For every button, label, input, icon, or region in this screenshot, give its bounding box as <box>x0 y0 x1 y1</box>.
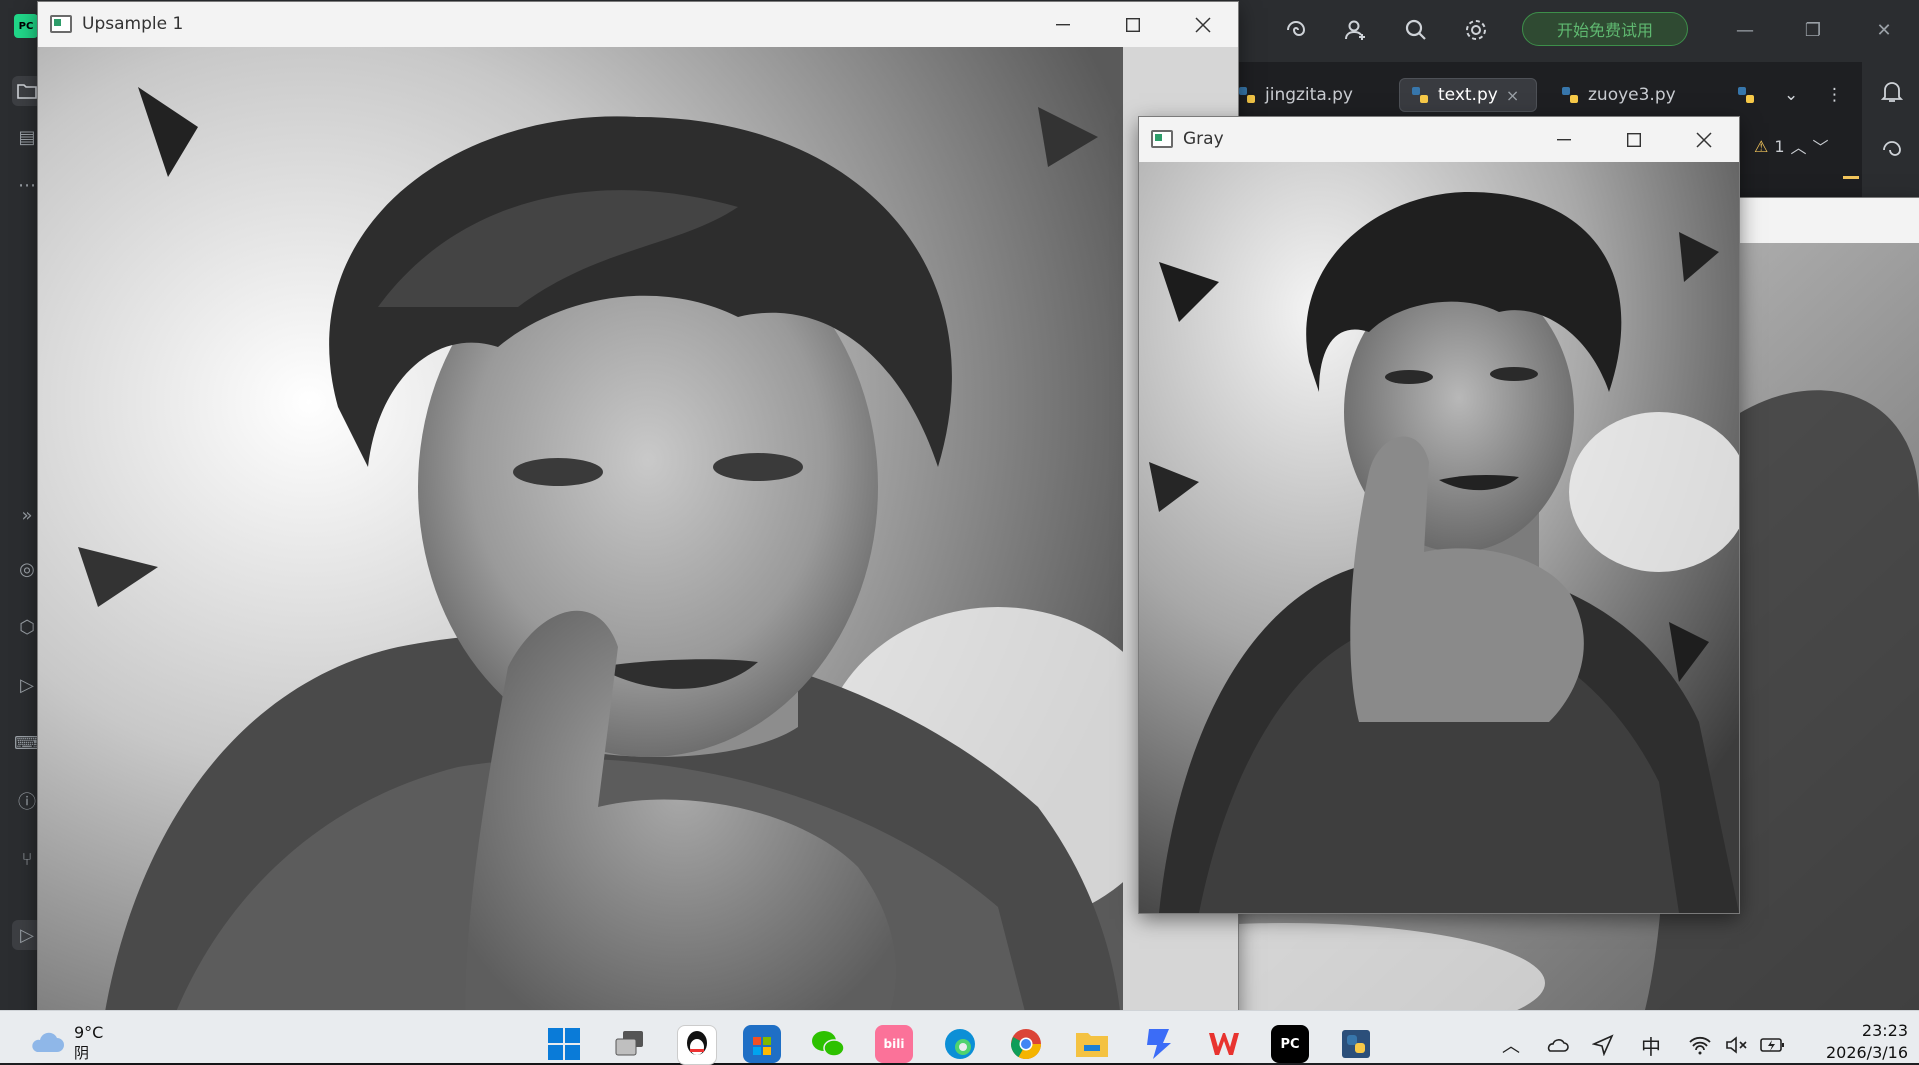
search-icon[interactable] <box>1400 14 1432 46</box>
input-method-indicator[interactable]: 中 <box>1636 1030 1666 1060</box>
microsoft-store-icon[interactable] <box>743 1025 781 1063</box>
upsampled-photo <box>38 47 1123 1062</box>
python-file-icon <box>1239 87 1255 103</box>
ide-minimize-button[interactable]: — <box>1725 12 1765 48</box>
ai-chat-icon[interactable] <box>1876 134 1908 166</box>
file-explorer-icon[interactable] <box>1073 1025 1111 1063</box>
windows-start-icon[interactable] <box>545 1025 583 1063</box>
pycharm-logo: PC <box>14 14 38 38</box>
warning-icon: ⚠ <box>1754 136 1769 156</box>
tab-label: text.py <box>1438 85 1498 105</box>
scroll-marker <box>1843 176 1859 179</box>
edge-browser-icon[interactable] <box>941 1025 979 1063</box>
task-view-icon[interactable] <box>611 1025 649 1063</box>
python-console-tab-icon[interactable] <box>1736 78 1756 112</box>
tab-label: zuoye3.py <box>1588 85 1676 105</box>
bilibili-label: bili <box>883 1037 905 1051</box>
maximize-button[interactable] <box>1098 2 1168 47</box>
location-send-icon[interactable] <box>1588 1030 1618 1060</box>
qq-icon[interactable] <box>677 1025 717 1065</box>
blue-app-icon[interactable] <box>1139 1025 1177 1063</box>
gray-window[interactable]: Gray <box>1139 117 1739 913</box>
clock-date: 2026/3/16 <box>1825 1043 1908 1062</box>
next-warning-chevron-icon[interactable]: ﹀ <box>1813 134 1829 158</box>
wifi-icon[interactable] <box>1685 1030 1715 1060</box>
tabs-more-icon[interactable]: ⋮ <box>1826 78 1843 112</box>
window-app-icon <box>1151 130 1173 148</box>
tab-label: jingzita.py <box>1265 85 1353 105</box>
weather-condition: 阴 <box>74 1044 90 1062</box>
tab-jingzita[interactable]: jingzita.py <box>1237 78 1353 112</box>
system-clock[interactable]: 23:23 2026/3/16 <box>1808 1020 1908 1064</box>
tab-close-icon[interactable]: × <box>1506 86 1519 105</box>
ide-close-button[interactable]: ✕ <box>1864 12 1904 48</box>
volume-muted-icon[interactable] <box>1722 1030 1752 1060</box>
tab-text-py[interactable]: text.py × <box>1399 78 1537 112</box>
window-titlebar[interactable]: Gray <box>1139 117 1739 162</box>
close-button[interactable] <box>1669 117 1739 162</box>
window-app-icon <box>50 15 72 33</box>
ai-assistant-icon[interactable] <box>1280 14 1312 46</box>
window-titlebar[interactable]: Upsample 1 <box>38 2 1238 47</box>
ide-restore-button[interactable]: ❐ <box>1793 12 1833 48</box>
clock-time: 23:23 <box>1861 1021 1908 1040</box>
settings-gear-icon[interactable] <box>1460 14 1492 46</box>
pycharm-taskbar-icon[interactable]: PC <box>1271 1025 1309 1063</box>
window-title: Upsample 1 <box>82 14 184 34</box>
inspection-warnings[interactable]: ⚠ 1 ︿ ﹀ <box>1754 134 1829 158</box>
close-button[interactable] <box>1168 2 1238 47</box>
bilibili-icon[interactable]: bili <box>875 1025 913 1063</box>
prev-warning-chevron-icon[interactable]: ︿ <box>1791 134 1807 158</box>
tabs-dropdown-chevron-icon[interactable]: ⌄ <box>1784 78 1798 112</box>
tray-expand-chevron-icon[interactable]: ︿ <box>1496 1030 1526 1060</box>
python-taskbar-icon[interactable] <box>1337 1025 1375 1063</box>
add-user-icon[interactable] <box>1340 14 1372 46</box>
minimize-button[interactable] <box>1028 2 1098 47</box>
python-file-icon <box>1562 87 1578 103</box>
maximize-button[interactable] <box>1599 117 1669 162</box>
battery-charging-icon[interactable] <box>1758 1030 1788 1060</box>
wps-office-icon[interactable] <box>1205 1025 1243 1063</box>
wechat-icon[interactable] <box>809 1025 847 1063</box>
cloud-icon <box>32 1032 64 1052</box>
tab-zuoye3[interactable]: zuoye3.py <box>1560 78 1676 112</box>
chrome-icon[interactable] <box>1007 1025 1045 1063</box>
upsample-window[interactable]: Upsample 1 <box>38 2 1238 1062</box>
window-title: Gray <box>1183 129 1224 149</box>
weather-widget[interactable]: 9°C 阴 <box>28 1023 103 1063</box>
grayscale-photo <box>1139 162 1739 913</box>
python-file-icon <box>1412 87 1428 103</box>
notifications-bell-icon[interactable] <box>1876 76 1908 108</box>
onedrive-cloud-icon[interactable] <box>1542 1030 1572 1060</box>
weather-temperature: 9°C <box>74 1023 104 1042</box>
start-free-trial-button[interactable]: 开始免费试用 <box>1522 12 1688 46</box>
warning-count: 1 <box>1774 136 1785 156</box>
minimize-button[interactable] <box>1529 117 1599 162</box>
